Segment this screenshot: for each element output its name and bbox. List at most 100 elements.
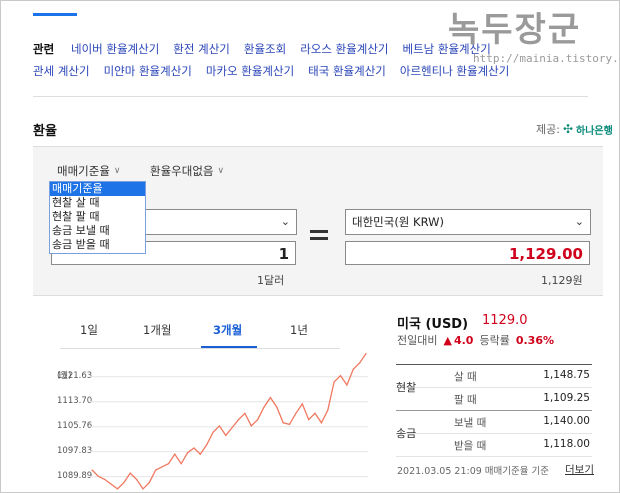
chart-point — [123, 481, 125, 484]
chart-point — [148, 481, 150, 484]
chart-point — [116, 488, 119, 490]
dropdown-option[interactable]: 현찰 팔 때 — [50, 210, 145, 224]
table-row: 현찰 살 때 1,148.75 — [396, 365, 592, 394]
dropdown-option[interactable]: 현찰 살 때 — [50, 196, 145, 210]
chart-point — [180, 463, 182, 465]
provider-label: 제공: — [536, 123, 560, 136]
tab-1y[interactable]: 1년 — [290, 322, 308, 338]
related-link[interactable]: 아르헨티나 환율계산기 — [400, 63, 509, 79]
preferential-label: 환율우대없음 — [150, 164, 214, 178]
dropdown-option[interactable]: 매매기준율 — [50, 182, 145, 196]
cash-buy-value: 1,148.75 — [543, 369, 590, 381]
cash-sell-label: 팔 때 — [454, 394, 477, 406]
dropdown-option[interactable]: 송금 보낼 때 — [50, 224, 145, 238]
provider-name: 하나은행 — [576, 125, 613, 137]
chart-point — [136, 478, 138, 481]
chart-point — [155, 469, 157, 471]
change-value: 4.0 — [453, 333, 474, 347]
chart-point — [237, 419, 240, 421]
divider — [33, 96, 588, 97]
related-link[interactable]: 라오스 환율계산기 — [300, 41, 388, 57]
chart-point — [186, 452, 189, 454]
up-arrow-icon: ▲ — [443, 333, 452, 347]
section-title: 환율 — [33, 124, 57, 139]
receive-value: 1,118.00 — [543, 438, 590, 450]
related-link[interactable]: 베트남 환율계산기 — [402, 41, 490, 57]
hana-bank-logo-icon: ✣ — [562, 122, 574, 136]
to-currency-select[interactable]: 대한민국(원 KRW) ⌄ — [345, 209, 591, 235]
related-label: 관련 — [33, 42, 55, 56]
active-tab-underline — [201, 346, 257, 348]
send-label: 보낼 때 — [454, 417, 487, 429]
related-link[interactable]: 환율조회 — [244, 41, 286, 57]
related-link[interactable]: 미얀마 환율계산기 — [104, 63, 192, 79]
chart-point — [104, 478, 106, 481]
chart-point — [359, 362, 361, 364]
currency-price: 1129.0 — [482, 313, 528, 328]
chart-point — [257, 419, 259, 421]
chart-point — [301, 403, 303, 405]
table-row: 송금 보낼 때 1,140.00 — [396, 411, 592, 440]
chart-point — [282, 422, 284, 424]
related-link[interactable]: 네이버 환율계산기 — [71, 41, 159, 57]
chart-point — [308, 419, 310, 421]
chart-point — [327, 409, 329, 411]
chart-point — [320, 422, 322, 424]
chart-point — [250, 425, 252, 427]
related-link[interactable]: 태국 환율계산기 — [308, 63, 386, 79]
chart-point — [314, 412, 316, 414]
send-value: 1,140.00 — [543, 415, 590, 427]
dropdown-option[interactable]: 송금 받을 때 — [50, 238, 145, 252]
preferential-select[interactable]: 환율우대없음 ∨ — [150, 163, 224, 179]
currency-title: 미국 (USD) — [397, 317, 469, 332]
rates-table: 현찰 살 때 1,148.75 팔 때 1,109.25 송금 보낼 때 1,1… — [396, 364, 592, 457]
chart-point — [174, 453, 176, 455]
chart-point — [352, 368, 354, 370]
equals-icon — [310, 230, 328, 244]
rate-type-select[interactable]: 매매기준율 ∨ — [57, 163, 121, 179]
chart-point — [97, 475, 99, 477]
chart-point — [167, 463, 170, 465]
rate-type-dropdown: 매매기준율 현찰 살 때 현찰 팔 때 송금 보낼 때 송금 받을 때 — [49, 181, 146, 254]
tab-1m[interactable]: 1개월 — [143, 322, 171, 338]
chart-series-line — [91, 353, 367, 490]
related-link[interactable]: 환전 계산기 — [173, 41, 230, 57]
chart-point — [206, 444, 208, 446]
cash-sell-value: 1,109.25 — [543, 392, 590, 404]
rate-value: 0.36% — [515, 333, 554, 347]
cash-buy-label: 살 때 — [454, 371, 477, 383]
chart-point — [288, 423, 291, 425]
tab-1d[interactable]: 1일 — [80, 322, 98, 338]
related-link[interactable]: 마카오 환율계산기 — [206, 63, 294, 79]
chevron-down-icon: ⌄ — [574, 215, 584, 228]
active-tab-indicator — [33, 13, 77, 16]
chart-point — [263, 406, 265, 408]
chevron-down-icon: ∨ — [217, 166, 225, 176]
change-label: 전일대비 — [397, 334, 438, 347]
from-unit: 1달러 — [257, 274, 285, 287]
to-currency-label: 대한민국(원 KRW) — [352, 215, 444, 229]
tabs-divider — [60, 348, 340, 349]
chart-point — [199, 453, 201, 455]
chart-point — [142, 488, 144, 490]
chart-point — [231, 426, 233, 429]
to-amount-input[interactable]: 1,129.00 — [345, 241, 590, 265]
chart-point — [110, 483, 112, 485]
chart-point — [218, 425, 221, 427]
chart-point — [339, 374, 342, 377]
chevron-down-icon: ⌄ — [280, 215, 290, 228]
chart-point — [225, 434, 227, 436]
change-row: 전일대비 ▲ 4.0 등락률 0.36% — [397, 332, 554, 348]
more-link[interactable]: 더보기 — [565, 462, 594, 477]
tab-3m[interactable]: 3개월 — [213, 322, 242, 338]
chart-point — [161, 466, 163, 468]
chart-point — [276, 406, 278, 408]
chart-point — [333, 381, 335, 383]
related-link[interactable]: 관세 계산기 — [33, 63, 90, 79]
rate-label: 등락률 — [479, 334, 510, 347]
chart-point — [129, 472, 131, 474]
chart-point — [295, 412, 297, 414]
table-row: 받을 때 1,118.00 — [396, 434, 592, 457]
chart-point — [346, 384, 348, 386]
chart-point — [244, 412, 246, 414]
